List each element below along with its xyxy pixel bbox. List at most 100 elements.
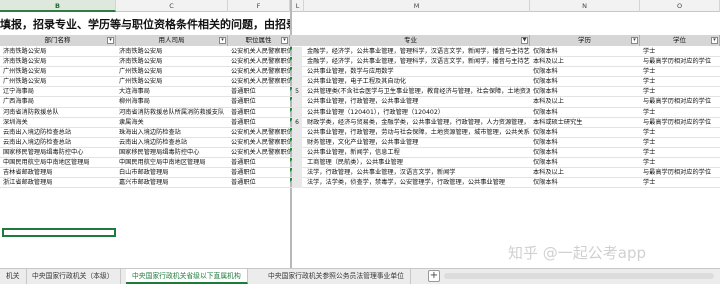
cell-dept[interactable]: 深圳海关 (0, 118, 105, 128)
cell-edu[interactable]: 本科或硕士研究生 (530, 118, 638, 128)
cell-unit[interactable]: 柳州海事局 (116, 97, 228, 107)
cell-major[interactable]: 金融学，经济学，公共事业管理，管理科学，汉语言文学，新闻学，播音与主持艺术 (304, 47, 530, 57)
cell-unit[interactable]: 济南铁路公安局 (116, 57, 228, 67)
cell-edu[interactable]: 仅限本科 (530, 128, 638, 138)
header-attr[interactable]: 职位属性 ▾ (228, 35, 290, 46)
filter-dropdown-icon[interactable]: ▾ (219, 37, 226, 44)
cell-l[interactable] (292, 97, 302, 108)
cell-deg[interactable]: 学士 (640, 178, 720, 188)
cell-attr[interactable]: 普通职位 (228, 168, 290, 178)
cell-attr[interactable]: 普通职位 (228, 178, 290, 188)
cell-unit[interactable]: 白山市邮政管理局 (116, 168, 228, 178)
column-f-header[interactable]: F (228, 0, 290, 12)
cell-edu[interactable]: 仅限本科 (530, 178, 638, 188)
cell-dept[interactable]: 广西海事局 (0, 97, 105, 107)
cell-major[interactable]: 财政学类，经济与贸易类，金融学类，公共事业管理，行政管理，人力资源管理，审计学 (304, 118, 530, 128)
cell-major[interactable]: 法学，行政管理，公共事业管理，汉语言文学，新闻学 (304, 168, 530, 178)
cell-deg[interactable]: 学士 (640, 158, 720, 168)
cell-dept[interactable]: 济南铁路公安局 (0, 57, 105, 67)
cell-major[interactable]: 公共事业管理，行政管理，公共事业管理 (304, 97, 530, 107)
cell-l[interactable] (292, 137, 302, 148)
cell-major[interactable]: 工商管理（民航类），公共事业管理 (304, 158, 530, 168)
cell-l[interactable]: 6 (292, 117, 302, 128)
cell-dept[interactable]: 吉林省邮政管理局 (0, 168, 105, 178)
cell-deg[interactable]: 学士 (640, 138, 720, 148)
add-sheet-button[interactable]: + (428, 270, 440, 282)
cell-l[interactable] (292, 57, 302, 68)
cell-edu[interactable]: 仅限本科 (530, 67, 638, 77)
column-l-header[interactable]: L (292, 0, 304, 12)
cell-major[interactable]: 公共事业管理，行政管理，劳动与社会保障，土地资源管理，城市管理，公共关系学 (304, 128, 530, 138)
cell-attr[interactable]: 公安机关人民警察职位 (228, 128, 290, 138)
cell-attr[interactable]: 普通职位 (228, 118, 290, 128)
cell-unit[interactable]: 河南省消防救援总队所属消防救援支队 (116, 108, 228, 118)
header-major[interactable]: 专业 ▼ (292, 35, 530, 46)
cell-deg[interactable]: 学士 (640, 128, 720, 138)
cell-l[interactable] (292, 178, 302, 189)
cell-l[interactable] (292, 47, 302, 57)
cell-dept[interactable]: 广州铁路公安局 (0, 67, 105, 77)
cell-major[interactable]: 财务管理，文化产业管理，公共事业管理 (304, 138, 530, 148)
cell-edu[interactable]: 仅限本科 (530, 77, 638, 87)
cell-edu[interactable]: 本科及以上 (530, 57, 638, 67)
filter-dropdown-icon[interactable]: ▾ (631, 37, 638, 44)
cell-unit[interactable]: 济南铁路公安局 (116, 47, 228, 57)
cell-l[interactable] (292, 67, 302, 78)
cell-l[interactable] (292, 127, 302, 138)
cell-dept[interactable]: 广州铁路公安局 (0, 77, 105, 87)
cell-dept[interactable]: 浙江省邮政管理局 (0, 178, 105, 188)
cell-edu[interactable]: 仅限本科 (530, 158, 638, 168)
horizontal-scrollbar[interactable] (444, 273, 714, 279)
cell-l[interactable] (292, 107, 302, 118)
cell-unit[interactable]: 中国民用航空局中南地区管理局 (116, 158, 228, 168)
cell-attr[interactable]: 普通职位 (228, 108, 290, 118)
cell-deg[interactable]: 与最高学历相对应的学位 (640, 118, 720, 128)
cell-deg[interactable]: 学士 (640, 47, 720, 57)
sheet-title[interactable]: 填报，招录专业、学历等与职位资格条件相关的问题，由招录机关负 (0, 16, 290, 32)
cell-attr[interactable]: 公安机关人民警察职位 (228, 148, 290, 158)
cell-deg[interactable]: 与最高学历相对应的学位 (640, 57, 720, 67)
filter-active-icon[interactable]: ▼ (521, 37, 528, 44)
cell-l[interactable] (292, 77, 302, 88)
cell-unit[interactable]: 国家移民管理局缉毒防控中心 (116, 148, 228, 158)
active-cell-selection[interactable] (2, 228, 116, 237)
cell-attr[interactable]: 公安机关人民警察职位 (228, 67, 290, 77)
cell-major[interactable]: 公共事业管理，电子工程及其自动化 (304, 77, 530, 87)
cell-l[interactable] (292, 168, 302, 179)
cell-deg[interactable]: 与最高学历相对应的学位 (640, 97, 720, 107)
cell-major[interactable]: 公共事业管理，新闻学，信息工程 (304, 148, 530, 158)
header-deg[interactable]: 学位 ▾ (640, 35, 720, 46)
header-unit[interactable]: 用人司局 ▾ (116, 35, 228, 46)
cell-dept[interactable]: 国家移民管理局缉毒防控中心 (0, 148, 105, 158)
cell-edu[interactable]: 仅限本科 (530, 138, 638, 148)
cell-major[interactable]: 公共事业管理（120401），行政管理（120402） (304, 108, 530, 118)
sheet-tab[interactable]: 中央国家行政机关（本级） (26, 269, 121, 284)
cell-major[interactable]: 公共管理类(不含社会医学与卫生事业管理，教育经济与管理，社会保障，土地资源管理) (304, 87, 530, 97)
cell-major[interactable]: 法学，法学类，侦查学，禁毒学，公安管理学，行政管理，公共事业管理 (304, 178, 530, 188)
header-dept[interactable]: 部门名称 ▾ (0, 35, 116, 46)
header-edu[interactable]: 学历 ▾ (530, 35, 640, 46)
cell-major[interactable]: 公共事业管理，数学与应用数学 (304, 67, 530, 77)
cell-dept[interactable]: 中国民用航空局中南地区管理局 (0, 158, 105, 168)
cell-attr[interactable]: 普通职位 (228, 158, 290, 168)
cell-edu[interactable]: 仅限本科 (530, 148, 638, 158)
sheet-tab-active[interactable]: 中央国家行政机关省级以下直属机构 (126, 269, 248, 284)
cell-l[interactable] (292, 147, 302, 158)
cell-edu[interactable]: 仅限本科 (530, 87, 638, 97)
cell-unit[interactable]: 云南出入境边防检查总站 (116, 138, 228, 148)
cell-attr[interactable]: 普通职位 (228, 87, 290, 97)
cell-dept[interactable]: 辽宁海事局 (0, 87, 105, 97)
column-o-header[interactable]: O (640, 0, 720, 12)
cell-deg[interactable]: 学士 (640, 77, 720, 87)
cell-unit[interactable]: 大连海事局 (116, 87, 228, 97)
cell-edu[interactable]: 本科及以上 (530, 97, 638, 107)
sheet-tab[interactable]: 中央国家行政机关参照公务员法管理事业单位 (262, 269, 411, 284)
cell-edu[interactable]: 仅限本科 (530, 47, 638, 57)
cell-attr[interactable]: 普通职位 (228, 97, 290, 107)
cell-unit[interactable]: 珠海出入境边防检查站 (116, 128, 228, 138)
cell-dept[interactable]: 河南省消防救援总队 (0, 108, 105, 118)
cell-unit[interactable]: 广州铁路公安局 (116, 77, 228, 87)
cell-l[interactable] (292, 158, 302, 169)
cell-dept[interactable]: 云南出入境边防检查总站 (0, 138, 105, 148)
cell-unit[interactable]: 隶属海关 (116, 118, 228, 128)
